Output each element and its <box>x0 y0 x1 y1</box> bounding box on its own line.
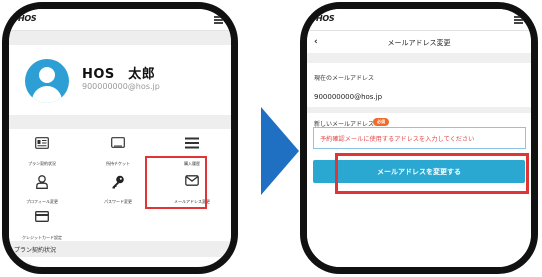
user-email: 900000000@hos.jp <box>82 82 160 91</box>
credit-card-icon <box>35 211 49 222</box>
section-title: プラン契約状況 <box>14 247 57 254</box>
key-icon <box>112 175 124 189</box>
section-header-plan: プラン契約状況 <box>9 241 231 257</box>
page-title-bar: ‹ メールアドレス変更 <box>307 31 531 53</box>
hamburger-icon[interactable] <box>514 16 523 24</box>
spacer-band <box>9 115 231 129</box>
hamburger-icon[interactable] <box>214 16 223 24</box>
new-email-input[interactable]: 予約確認メールに使用するアドレスを入力してください <box>313 127 526 149</box>
ticket-icon <box>111 137 125 148</box>
menu-item-profile-edit[interactable]: プロフィール変更 <box>9 171 75 211</box>
menu-item-label: プロフィール変更 <box>26 199 58 204</box>
spacer-band <box>307 53 531 63</box>
current-email-label: 現在のメールアドレス <box>314 75 375 82</box>
header-bar: HOS <box>9 9 231 31</box>
faded-text: プラン <box>16 262 32 268</box>
new-email-placeholder: 予約確認メールに使用するアドレスを入力してください <box>320 136 475 143</box>
required-badge: 必須 <box>373 118 389 126</box>
avatar <box>25 59 69 103</box>
menu-item-password-change[interactable]: パスワード変更 <box>85 171 151 211</box>
spacer-band <box>9 31 231 45</box>
user-icon <box>36 175 48 189</box>
phone-right-email-change: HOS ‹ メールアドレス変更 現在のメールアドレス 900000000@hos… <box>300 2 538 274</box>
phone-left-mypage: HOS HOS 太郎 900000000@hos.jp プラン契約状況 所持チケ <box>2 2 238 274</box>
highlight-box-submit-button <box>335 153 529 194</box>
menu-item-plan-status[interactable]: プラン契約状況 <box>9 133 75 173</box>
spacer-band <box>307 107 531 113</box>
menu-item-label: 所持チケット <box>106 161 130 166</box>
menu-item-label: プラン契約状況 <box>28 161 56 166</box>
profile-card: HOS 太郎 900000000@hos.jp <box>9 45 231 115</box>
app-logo[interactable]: HOS <box>316 14 335 23</box>
user-name: HOS 太郎 <box>82 67 156 82</box>
app-logo[interactable]: HOS <box>18 14 37 23</box>
highlight-box-email-menu <box>145 156 207 209</box>
menu-item-tickets[interactable]: 所持チケット <box>85 133 151 173</box>
contract-card-icon <box>35 137 49 149</box>
header-bar: HOS <box>307 9 531 31</box>
right-arrow-icon <box>261 107 299 195</box>
list-icon <box>185 137 199 149</box>
page-title: メールアドレス変更 <box>387 39 451 47</box>
current-email-value: 900000000@hos.jp <box>314 93 383 101</box>
menu-item-label: パスワード変更 <box>104 199 132 204</box>
